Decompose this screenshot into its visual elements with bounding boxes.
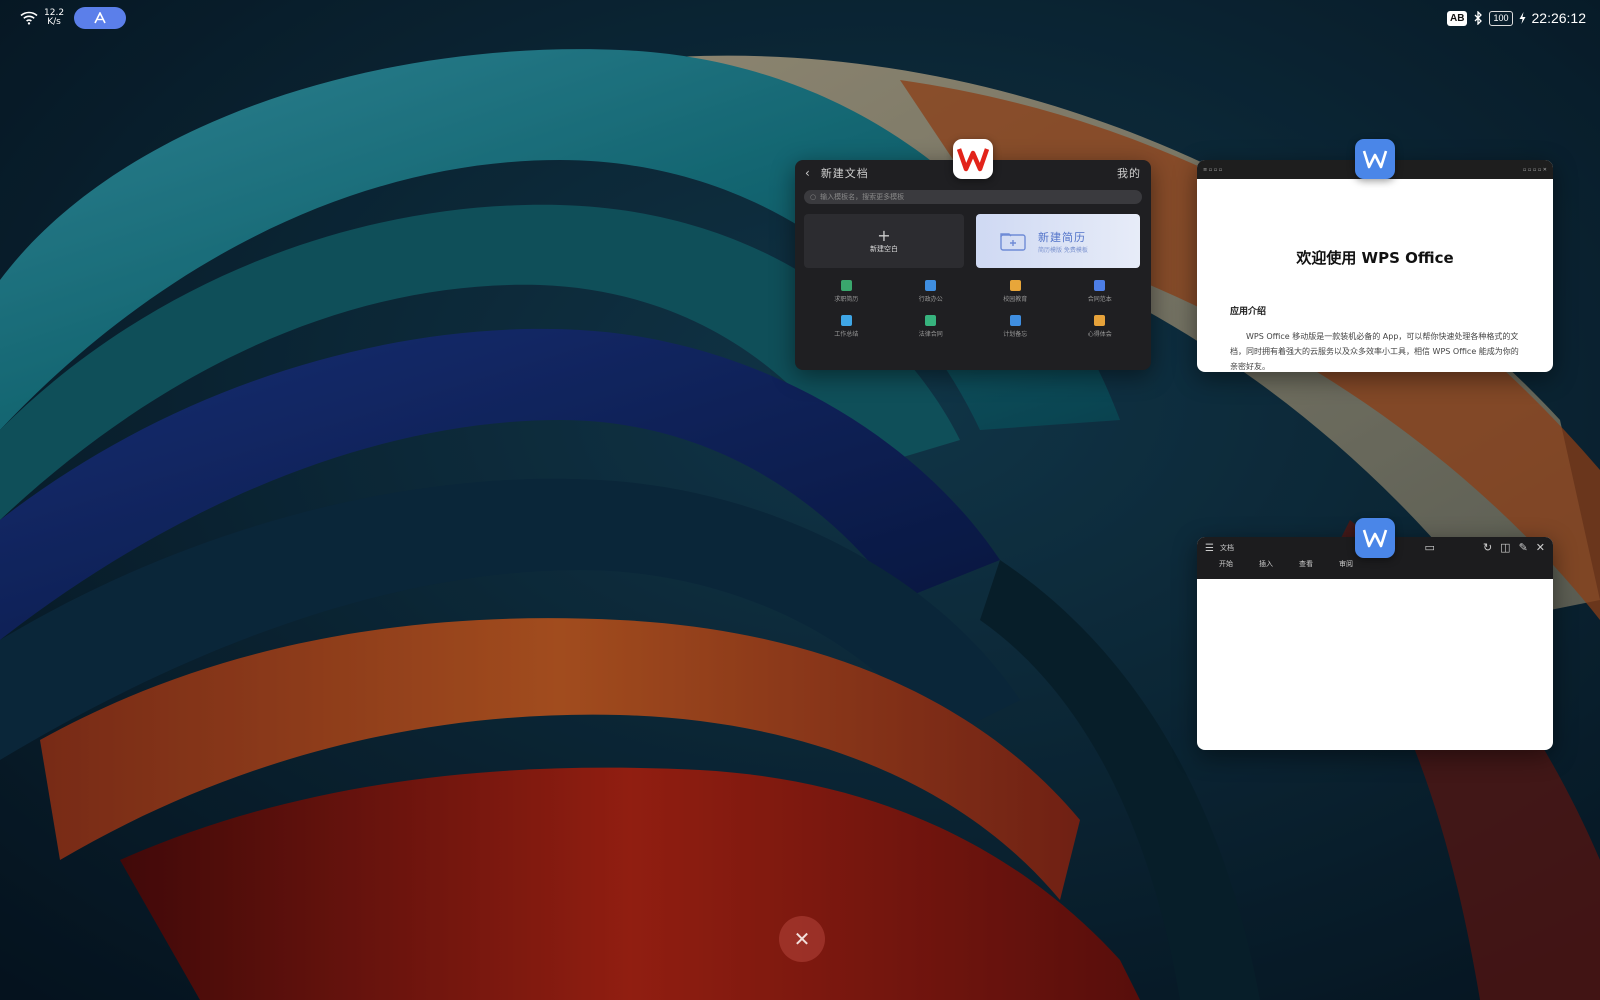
template-category-icon — [1009, 280, 1021, 291]
recent-app-card-blank-document[interactable]: ☰ 文档 ▭ ↻ ◫ ✎ ✕ 开始 插入 查看 审阅 — [1197, 537, 1553, 750]
wps-office-icon — [953, 139, 993, 179]
new-blank-tile: + 新建空白 — [804, 214, 964, 268]
ribbon-tab: 审阅 — [1339, 560, 1353, 568]
close-all-recents-button[interactable]: ✕ — [779, 916, 825, 962]
blank-doc-name: 文档 — [1219, 544, 1234, 552]
wps-writer-icon — [1355, 139, 1395, 179]
ribbon-tab: 开始 — [1219, 560, 1233, 568]
resume-folder-icon — [1000, 233, 1026, 251]
template-tile-label: 计划备忘 — [1003, 331, 1028, 338]
a-assist-icon — [94, 12, 106, 24]
template-tile: 求职简历 — [804, 280, 889, 303]
template-tile: 校园教育 — [973, 280, 1058, 303]
new-doc-mine-label: 我的 — [1117, 167, 1141, 180]
template-category-icon — [1094, 280, 1106, 291]
ribbon-tab: 插入 — [1259, 560, 1273, 568]
assistant-pill-button[interactable] — [74, 7, 127, 29]
recent-app-card-welcome-document[interactable]: ≡ ▫ ▫ ▫ ▫ ▫ ▫ ▫ ✕ 欢迎使用 WPS Office 应用介绍 W… — [1197, 160, 1553, 372]
new-resume-banner: 新建简历 简历模版 免费模板 — [976, 214, 1140, 268]
battery-level: 100 — [1493, 13, 1509, 23]
template-tile: 行政办公 — [889, 280, 974, 303]
status-bar-right: AB 100 22:26:12 — [1447, 6, 1586, 30]
ribbon-tabs: 开始 插入 查看 审阅 — [1197, 559, 1553, 569]
status-bar-left: 12.2 K/s — [20, 6, 127, 30]
bluetooth-icon — [1475, 11, 1483, 25]
network-speed: 12.2 K/s — [44, 9, 64, 27]
resume-title: 新建简历 — [1038, 230, 1086, 244]
new-doc-main-row: + 新建空白 新建简历 简历模版 免费模板 — [804, 214, 1142, 268]
share-icon: ↻ — [1482, 541, 1493, 554]
template-category-icon — [925, 315, 937, 326]
new-blank-label: 新建空白 — [870, 245, 898, 253]
ribbon-tab: 查看 — [1299, 560, 1313, 568]
template-category-grid: 求职简历 行政办公 校园教育 合同范本工作总结 法律合同 计划备忘 心得体会 — [804, 280, 1142, 338]
template-search-bar: ○ 输入模板名，搜索更多模板 — [804, 190, 1142, 204]
template-search-placeholder: 输入模板名，搜索更多模板 — [820, 193, 905, 201]
template-tile-label: 求职简历 — [834, 296, 859, 303]
network-speed-unit: K/s — [47, 17, 61, 27]
template-tile-label: 工作总结 — [834, 331, 859, 338]
battery-indicator: 100 — [1489, 10, 1513, 26]
template-category-icon — [840, 315, 852, 326]
search-icon: ○ — [810, 193, 817, 201]
template-tile: 心得体会 — [1058, 315, 1143, 338]
welcome-doc-section-heading: 应用介绍 — [1230, 307, 1267, 317]
charging-bolt-icon — [1519, 12, 1525, 24]
template-category-icon — [1009, 315, 1021, 326]
status-clock: 22:26:12 — [1531, 10, 1587, 26]
close-icon: ✕ — [793, 927, 811, 951]
welcome-doc-title: 欢迎使用 WPS Office — [1296, 249, 1454, 267]
template-tile-label: 校园教育 — [1003, 296, 1028, 303]
wifi-icon — [20, 11, 38, 25]
resume-subtitle: 简历模版 免费模板 — [1038, 246, 1088, 254]
template-category-icon — [1094, 315, 1106, 326]
ab-input-badge: AB — [1447, 10, 1468, 26]
toolbar-icons: ▫ ▫ ▫ ▫ ✕ — [1522, 166, 1547, 173]
menu-icon: ☰ — [1205, 542, 1214, 554]
back-icon: ‹ — [805, 166, 811, 180]
template-tile: 合同范本 — [1058, 280, 1143, 303]
layout-icon: ◫ — [1500, 541, 1511, 554]
save-icon: ▭ — [1424, 541, 1435, 554]
template-tile-label: 心得体会 — [1087, 331, 1112, 338]
welcome-doc-body-text: WPS Office 移动版是一款装机必备的 App，可以帮你快速处理各种格式的… — [1230, 332, 1519, 371]
edit-icon: ✎ — [1518, 541, 1528, 554]
close-icon: ✕ — [1535, 541, 1545, 554]
template-tile: 法律合同 — [889, 315, 974, 338]
template-tile: 工作总结 — [804, 315, 889, 338]
template-category-icon — [925, 280, 937, 291]
template-tile-label: 行政办公 — [918, 296, 943, 303]
template-tile-label: 法律合同 — [918, 331, 943, 338]
wps-writer-icon-2 — [1355, 518, 1395, 558]
template-tile: 计划备忘 — [973, 315, 1058, 338]
template-tile-label: 合同范本 — [1087, 296, 1112, 303]
plus-icon: + — [877, 226, 891, 245]
new-doc-title: 新建文档 — [820, 167, 869, 180]
recent-app-card-new-document[interactable]: ‹ 新建文档 我的 ○ 输入模板名，搜索更多模板 + 新建空白 新建简历 简历模… — [795, 160, 1151, 370]
template-category-icon — [840, 280, 852, 291]
blank-doc-tools: ▭ ↻ ◫ ✎ ✕ — [1425, 541, 1545, 554]
menu-icon: ≡ ▫ ▫ ▫ — [1203, 166, 1223, 173]
